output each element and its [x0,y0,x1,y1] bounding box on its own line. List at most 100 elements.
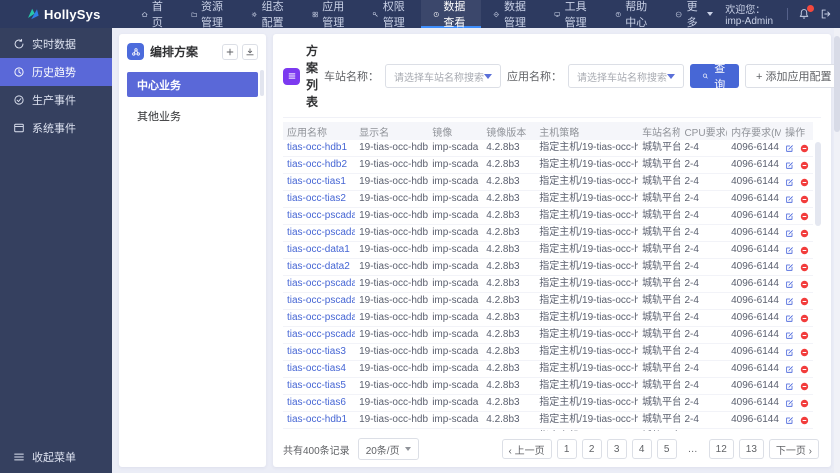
page-button[interactable]: 13 [738,439,764,459]
page-size-select[interactable]: 20条/页 [357,438,419,460]
import-plan-button[interactable] [242,43,258,60]
page-button[interactable]: … [682,439,704,459]
delete-icon[interactable] [800,364,809,375]
app-name-link[interactable]: tias-occ-hdb1 [287,142,347,153]
plan-list-item[interactable]: 其他业务 [127,103,258,128]
nav-item[interactable]: 首页 [129,0,179,29]
plan-list-item[interactable]: 中心业务 [127,72,258,97]
app-name-link[interactable]: tias-occ-data2 [287,261,350,272]
plan-scrollbar[interactable] [260,70,264,96]
sidebar-item[interactable]: 生产事件 [0,86,112,114]
nav-item[interactable]: 资源管理 [179,0,240,29]
app-name-link[interactable]: tias-occ-tias6 [287,397,346,408]
page-button[interactable]: 1 [556,439,577,459]
delete-icon[interactable] [800,296,809,307]
nav-item[interactable]: 更多 [663,0,725,29]
page-button[interactable]: 2 [581,439,602,459]
edit-icon[interactable] [785,347,794,358]
edit-icon[interactable] [785,194,794,205]
app-name-link[interactable]: tias-occ-tias2 [287,193,346,204]
app-select[interactable]: 请选择车站名称搜索 [568,64,685,88]
sidebar-item[interactable]: 实时数据 [0,30,112,58]
app-name-link[interactable]: tias-occ-hdb2 [287,159,347,170]
delete-icon[interactable] [800,415,809,426]
edit-icon[interactable] [785,143,794,154]
app-name-link[interactable]: tias-occ-pscada4 [287,295,355,306]
app-name-link[interactable]: tias-occ-data1 [287,244,350,255]
edit-icon[interactable] [785,364,794,375]
edit-icon[interactable] [785,228,794,239]
sidebar-item[interactable]: 系统事件 [0,114,112,142]
app-name-link[interactable]: tias-occ-pscada6 [287,329,355,340]
page-button[interactable]: ‹ 上一页 [501,439,552,459]
cpu-cell: 2-4 [680,207,728,225]
nav-item[interactable]: 应用管理 [300,0,361,29]
logout-icon[interactable] [820,8,832,20]
edit-icon[interactable] [785,381,794,392]
nav-item[interactable]: 数据管理 [481,0,542,29]
station-cell: 城轨平台 [638,190,681,208]
list-icon [283,67,300,85]
page-title: 方案列表 [306,44,319,109]
edit-icon[interactable] [785,262,794,273]
page-scrollbar-thumb[interactable] [834,36,840,132]
edit-icon[interactable] [785,296,794,307]
search-button[interactable]: 查询 [690,63,740,91]
delete-icon[interactable] [800,279,809,290]
delete-icon[interactable] [800,160,809,171]
collapse-menu-button[interactable]: 收起菜单 [0,441,112,473]
app-name-link[interactable]: tias-occ-tias3 [287,346,346,357]
app-name-link[interactable]: tias-occ-hdb1 [287,414,347,425]
sidebar-item[interactable]: 历史趋势 [0,58,112,86]
page-button[interactable]: 4 [631,439,652,459]
nav-item[interactable]: 帮助中心 [603,0,664,29]
edit-icon[interactable] [785,279,794,290]
nav-item[interactable]: 组态配置 [239,0,300,29]
page-scrollbar[interactable] [834,28,840,473]
page-button[interactable]: 下一页 › [768,439,819,459]
app-name-link[interactable]: tias-occ-pscada5 [287,312,355,323]
delete-icon[interactable] [800,330,809,341]
app-name-link[interactable]: tias-occ-tias4 [287,363,346,374]
display-name-cell: 19-tias-occ-hdb1 [355,241,429,259]
edit-icon[interactable] [785,398,794,409]
delete-icon[interactable] [800,398,809,409]
page-button[interactable]: 12 [708,439,734,459]
app-name-link[interactable]: tias-occ-pscada3 [287,278,355,289]
delete-icon[interactable] [800,347,809,358]
image-cell: imp-scada [428,411,483,429]
app-name-link[interactable]: tias-occ-tias1 [287,176,346,187]
nav-item[interactable]: 工具管理 [542,0,603,29]
edit-icon[interactable] [785,245,794,256]
app-name-link[interactable]: tias-occ-pscada1 [287,210,355,221]
delete-icon[interactable] [800,228,809,239]
delete-icon[interactable] [800,313,809,324]
nav-item[interactable]: 权限管理 [360,0,421,29]
app-name-link[interactable]: tias-occ-pscada1 [287,227,355,238]
edit-icon[interactable] [785,415,794,426]
page-button[interactable]: 5 [656,439,677,459]
nav-item[interactable]: 数据查看 [420,0,482,29]
edit-icon[interactable] [785,160,794,171]
table-footer: 共有400条记录 20条/页 ‹ 上一页 1 2 3 4 5 … 12 13 下… [283,431,821,460]
delete-icon[interactable] [800,262,809,273]
station-select[interactable]: 请选择车站名称搜索 [385,64,502,88]
delete-icon[interactable] [800,194,809,205]
delete-icon[interactable] [800,245,809,256]
delete-icon[interactable] [800,211,809,222]
page-button[interactable]: 3 [606,439,627,459]
edit-icon[interactable] [785,211,794,222]
delete-icon[interactable] [800,177,809,188]
edit-icon[interactable] [785,313,794,324]
add-app-config-button[interactable]: + 添加应用配置 [745,64,840,88]
row-actions [785,415,809,426]
add-plan-button[interactable] [222,43,238,60]
edit-icon[interactable] [785,330,794,341]
chevron-down-icon [404,447,411,451]
delete-icon[interactable] [800,381,809,392]
edit-icon[interactable] [785,177,794,188]
delete-icon[interactable] [800,143,809,154]
notification-bell-icon[interactable] [798,5,814,20]
app-name-link[interactable]: tias-occ-tias5 [287,380,346,391]
table-scrollbar[interactable] [815,142,821,226]
